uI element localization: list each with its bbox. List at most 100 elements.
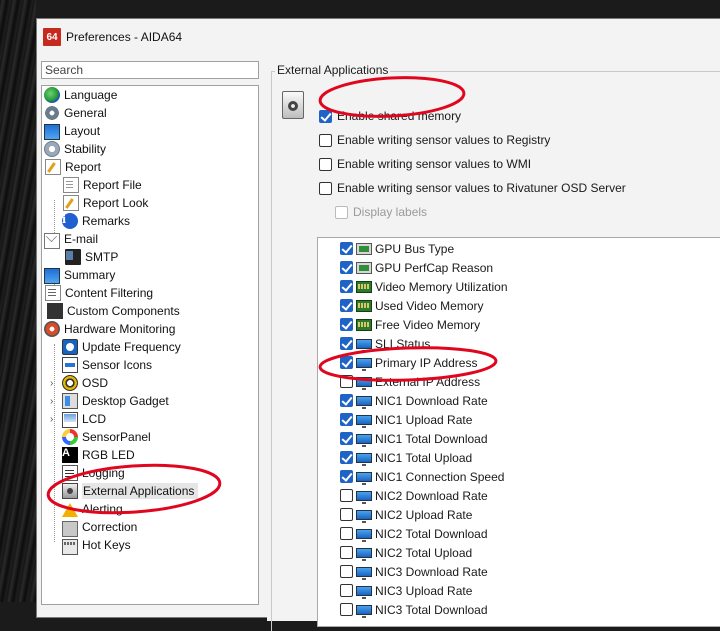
option-checkbox[interactable] xyxy=(319,181,332,195)
sensor-checkbox[interactable] xyxy=(340,299,353,312)
tree-item-report-file[interactable]: Report File xyxy=(42,176,258,194)
network-icon xyxy=(356,472,372,485)
sensor-item-nic1-upload-rate[interactable]: NIC1 Upload Rate xyxy=(318,410,720,429)
sensor-checkbox[interactable] xyxy=(340,280,353,293)
sensor-item-nic1-connection-speed[interactable]: NIC1 Connection Speed xyxy=(318,467,720,486)
tree-item-label: OSD xyxy=(82,376,109,390)
sensor-label: External IP Address xyxy=(375,374,481,389)
expand-chevron-icon[interactable]: › xyxy=(50,414,53,425)
tree-item-rgb-led[interactable]: A RGB LED xyxy=(42,446,258,464)
tree-item-report-look[interactable]: Report Look xyxy=(42,194,258,212)
sensor-item-used-video-memory[interactable]: Used Video Memory xyxy=(318,296,720,315)
sensor-label: NIC1 Upload Rate xyxy=(375,412,473,427)
sensor-list[interactable]: GPU Bus Type GPU PerfCap Reason Video Memo… xyxy=(317,237,720,627)
expand-chevron-icon[interactable]: › xyxy=(50,396,53,407)
preferences-tree[interactable]: Language General Layout Stability Report Repo… xyxy=(41,85,259,605)
search-input[interactable] xyxy=(41,61,259,79)
tree-item-update-frequency[interactable]: Update Frequency xyxy=(42,338,258,356)
tree-item-sensorpanel[interactable]: SensorPanel xyxy=(42,428,258,446)
tree-item-alerting[interactable]: Alerting xyxy=(42,500,258,518)
sensor-item-primary-ip-address[interactable]: Primary IP Address xyxy=(318,353,720,372)
sensor-checkbox[interactable] xyxy=(340,394,353,407)
tree-item-desktop-gadget[interactable]: › Desktop Gadget xyxy=(42,392,258,410)
expand-chevron-icon[interactable]: › xyxy=(50,378,53,389)
globe-icon xyxy=(44,87,60,103)
sensor-checkbox[interactable] xyxy=(340,356,353,369)
osd-icon xyxy=(62,375,78,391)
option-enable-writing-sensor-values-to-wmi[interactable]: Enable writing sensor values to WMI xyxy=(319,157,531,171)
sensor-checkbox[interactable] xyxy=(340,603,353,616)
tree-item-hot-keys[interactable]: Hot Keys xyxy=(42,536,258,555)
sensor-item-nic2-download-rate[interactable]: NIC2 Download Rate xyxy=(318,486,720,505)
sensor-checkbox[interactable] xyxy=(340,565,353,578)
tree-item-sensor-icons[interactable]: Sensor Icons xyxy=(42,356,258,374)
window-title: Preferences - AIDA64 xyxy=(66,30,183,44)
tree-item-osd[interactable]: › OSD xyxy=(42,374,258,392)
sensor-item-nic2-total-download[interactable]: NIC2 Total Download xyxy=(318,524,720,543)
sensor-checkbox[interactable] xyxy=(340,527,353,540)
tree-item-remarks[interactable]: i Remarks xyxy=(42,212,258,230)
sensor-checkbox[interactable] xyxy=(340,546,353,559)
sensor-item-nic3-download-rate[interactable]: NIC3 Download Rate xyxy=(318,562,720,581)
tree-item-summary[interactable]: Summary xyxy=(42,266,258,284)
tree-item-stability[interactable]: Stability xyxy=(42,140,258,158)
sensor-checkbox[interactable] xyxy=(340,242,353,255)
tree-item-language[interactable]: Language xyxy=(42,86,258,104)
sensor-item-nic1-total-download[interactable]: NIC1 Total Download xyxy=(318,429,720,448)
sensor-item-nic1-total-upload[interactable]: NIC1 Total Upload xyxy=(318,448,720,467)
tree-item-smtp[interactable]: SMTP xyxy=(42,248,258,266)
tree-item-label: Report Look xyxy=(83,196,149,210)
tree-item-label: Sensor Icons xyxy=(82,358,153,372)
tree-item-general[interactable]: General xyxy=(42,104,258,122)
sensor-item-nic3-upload-rate[interactable]: NIC3 Upload Rate xyxy=(318,581,720,600)
sensor-checkbox[interactable] xyxy=(340,584,353,597)
option-checkbox[interactable] xyxy=(319,109,332,123)
option-enable-writing-sensor-values-to-rivatuner-osd-server[interactable]: Enable writing sensor values to Rivatune… xyxy=(319,181,626,195)
sensor-item-gpu-perfcap-reason[interactable]: GPU PerfCap Reason xyxy=(318,258,720,277)
tree-item-correction[interactable]: Correction xyxy=(42,518,258,537)
tree-item-label: Correction xyxy=(82,520,138,534)
network-icon xyxy=(356,567,372,580)
tree-item-content-filtering[interactable]: Content Filtering xyxy=(42,284,258,302)
tree-item-e-mail[interactable]: E-mail xyxy=(42,230,258,249)
desktop-background xyxy=(0,0,36,602)
tree-item-layout[interactable]: Layout xyxy=(42,122,258,140)
sensor-checkbox[interactable] xyxy=(340,375,353,388)
sensor-item-external-ip-address[interactable]: External IP Address xyxy=(318,372,720,391)
tree-item-logging[interactable]: Logging xyxy=(42,464,258,482)
network-icon xyxy=(356,510,372,523)
option-enable-writing-sensor-values-to-registry[interactable]: Enable writing sensor values to Registry xyxy=(319,133,550,147)
tree-item-label: SMTP xyxy=(85,250,119,264)
tree-item-hardware-monitoring[interactable]: Hardware Monitoring xyxy=(42,320,258,338)
sensor-checkbox[interactable] xyxy=(340,451,353,464)
gpu-icon xyxy=(356,261,372,274)
external-applications-icon xyxy=(62,483,78,499)
sensor-checkbox[interactable] xyxy=(340,489,353,502)
sensor-checkbox[interactable] xyxy=(340,318,353,331)
sensor-checkbox[interactable] xyxy=(340,413,353,426)
sensor-item-nic2-upload-rate[interactable]: NIC2 Upload Rate xyxy=(318,505,720,524)
tree-item-custom-components[interactable]: Custom Components xyxy=(42,302,258,320)
sensor-item-nic3-total-download[interactable]: NIC3 Total Download xyxy=(318,600,720,619)
sensor-item-nic1-download-rate[interactable]: NIC1 Download Rate xyxy=(318,391,720,410)
tree-item-label: Hardware Monitoring xyxy=(64,322,176,336)
tree-item-lcd[interactable]: › LCD xyxy=(42,410,258,428)
sensor-checkbox[interactable] xyxy=(340,470,353,483)
sensor-item-sli-status[interactable]: SLI Status xyxy=(318,334,720,353)
tree-item-external-applications[interactable]: External Applications xyxy=(42,482,258,500)
sensor-checkbox[interactable] xyxy=(340,337,353,350)
sensor-item-free-video-memory[interactable]: Free Video Memory xyxy=(318,315,720,334)
sensor-checkbox[interactable] xyxy=(340,508,353,521)
option-enable-shared-memory[interactable]: Enable shared memory xyxy=(319,109,461,123)
sensor-checkbox[interactable] xyxy=(340,432,353,445)
option-checkbox[interactable] xyxy=(319,133,332,147)
sensor-item-video-memory-utilization[interactable]: Video Memory Utilization xyxy=(318,277,720,296)
sensor-checkbox[interactable] xyxy=(340,261,353,274)
sensor-item-gpu-bus-type[interactable]: GPU Bus Type xyxy=(318,239,720,258)
tree-item-label: Content Filtering xyxy=(65,286,154,300)
network-icon xyxy=(356,358,372,371)
option-checkbox[interactable] xyxy=(319,157,332,171)
sensor-item-nic2-total-upload[interactable]: NIC2 Total Upload xyxy=(318,543,720,562)
tree-item-label: RGB LED xyxy=(82,448,135,462)
tree-item-report[interactable]: Report xyxy=(42,158,258,176)
